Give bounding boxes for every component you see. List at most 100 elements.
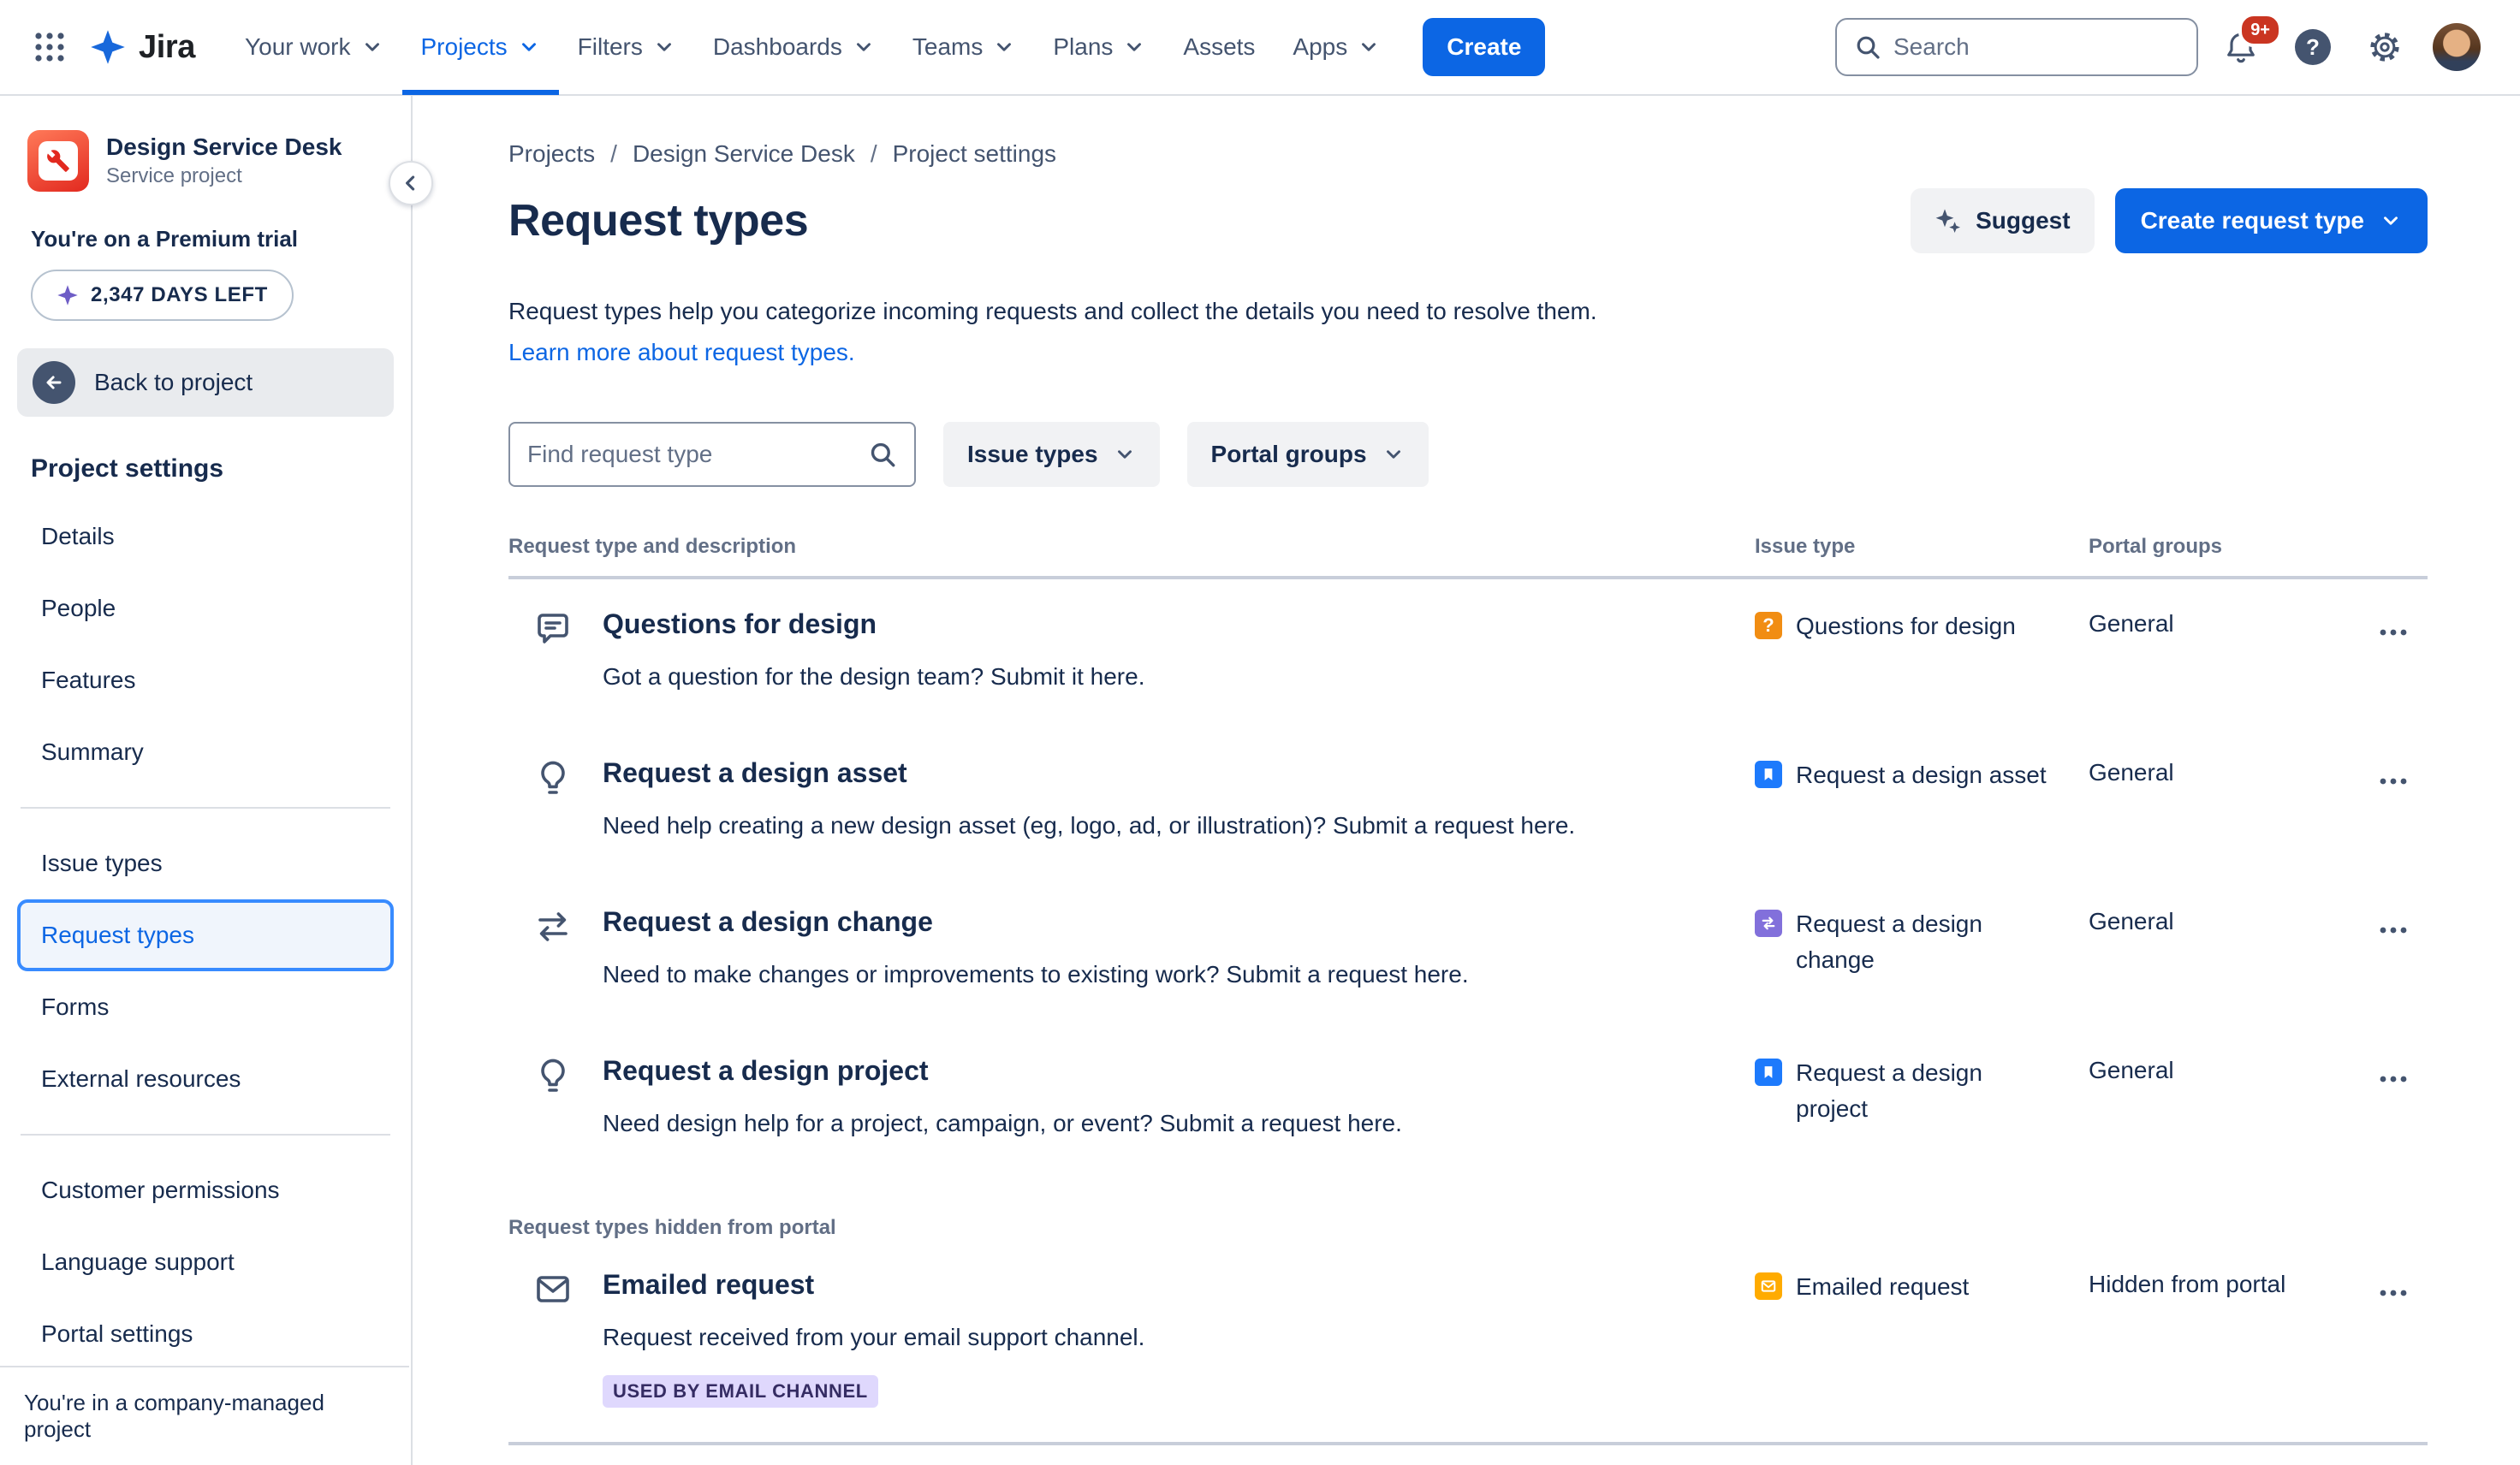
divider — [21, 1134, 390, 1136]
sidebar-item-features[interactable]: Features — [17, 644, 394, 716]
sidebar-item-issue-types[interactable]: Issue types — [17, 827, 394, 899]
suggest-button[interactable]: Suggest — [1911, 188, 2095, 253]
row-actions-button[interactable] — [2366, 607, 2421, 658]
portal-group-value: General — [2089, 610, 2174, 637]
nav-filters[interactable]: Filters — [559, 0, 694, 95]
nav-dashboards[interactable]: Dashboards — [694, 0, 894, 95]
jira-logo-text: Jira — [139, 28, 196, 65]
issue-type-label: Emailed request — [1796, 1273, 1970, 1300]
sidebar-collapse-button[interactable] — [389, 161, 433, 205]
issue-type-asset-icon — [1755, 761, 1782, 788]
request-types-table: Request type and description Issue type … — [508, 535, 2428, 1445]
nav-assets[interactable]: Assets — [1164, 0, 1274, 95]
breadcrumb-project[interactable]: Design Service Desk — [633, 140, 855, 168]
lightbulb-icon — [532, 757, 574, 798]
table-row-emailed-request: Emailed request Request received from yo… — [508, 1240, 2428, 1445]
sidebar-item-portal-settings[interactable]: Portal settings — [17, 1298, 394, 1370]
chevron-down-icon — [1117, 450, 1132, 459]
sidebar-item-forms[interactable]: Forms — [17, 971, 394, 1043]
request-type-name[interactable]: Request a design change — [603, 905, 933, 939]
project-name: Design Service Desk — [106, 133, 342, 160]
breadcrumb-project-settings[interactable]: Project settings — [893, 140, 1056, 168]
project-avatar — [27, 130, 89, 192]
search-icon — [871, 442, 895, 467]
request-type-name[interactable]: Request a design project — [603, 1053, 929, 1088]
profile-button[interactable] — [2428, 18, 2486, 76]
portal-group-value: Hidden from portal — [2089, 1271, 2286, 1297]
find-request-type-input[interactable] — [527, 441, 854, 468]
request-type-name[interactable]: Questions for design — [603, 607, 877, 641]
request-type-description: Request received from your email support… — [603, 1324, 1145, 1350]
breadcrumb: Projects / Design Service Desk / Project… — [508, 140, 2428, 168]
table-row: Questions for design Got a question for … — [508, 579, 2428, 728]
create-button[interactable]: Create — [1423, 18, 1546, 76]
more-icon — [2380, 927, 2407, 934]
nav-teams[interactable]: Teams — [894, 0, 1034, 95]
avatar — [2433, 23, 2481, 71]
chevron-down-icon — [1358, 36, 1380, 58]
trial-days-button[interactable]: 2,347 DAYS LEFT — [31, 270, 294, 321]
search-icon — [1857, 36, 1880, 59]
row-actions-button[interactable] — [2366, 756, 2421, 807]
app-switcher-button[interactable] — [21, 18, 79, 76]
table-row: Request a design change Need to make cha… — [508, 877, 2428, 1026]
notifications-button[interactable]: 9+ — [2212, 13, 2282, 76]
sidebar-item-request-types[interactable]: Request types — [17, 899, 394, 971]
nav-projects[interactable]: Projects — [401, 0, 559, 95]
portal-group-value: General — [2089, 908, 2174, 934]
help-button[interactable]: ? — [2284, 18, 2342, 76]
more-icon — [2380, 778, 2407, 785]
chevron-down-icon — [1386, 450, 1400, 459]
sidebar-item-language-support[interactable]: Language support — [17, 1226, 394, 1298]
learn-more-link[interactable]: Learn more about request types. — [508, 339, 855, 366]
issue-type-question-icon: ? — [1755, 612, 1782, 639]
find-request-type[interactable] — [508, 422, 916, 487]
hidden-section-label: Request types hidden from portal — [508, 1216, 836, 1239]
create-request-type-button[interactable]: Create request type — [2114, 188, 2428, 253]
request-type-description: Need help creating a new design asset (e… — [603, 812, 1576, 839]
portal-groups-filter-button[interactable]: Portal groups — [1186, 422, 1429, 487]
grid-icon — [35, 33, 64, 62]
issue-type-label: Questions for design — [1796, 613, 2016, 639]
sidebar-item-people[interactable]: People — [17, 572, 394, 644]
gear-icon — [2370, 33, 2399, 62]
sidebar-item-customer-permissions[interactable]: Customer permissions — [17, 1154, 394, 1226]
settings-button[interactable] — [2356, 18, 2414, 76]
sidebar-item-external-resources[interactable]: External resources — [17, 1043, 394, 1115]
chevron-down-icon — [518, 36, 540, 58]
search-input[interactable] — [1893, 33, 2179, 61]
nav-your-work[interactable]: Your work — [226, 0, 401, 95]
project-settings-heading: Project settings — [31, 454, 224, 483]
sidebar-item-summary[interactable]: Summary — [17, 716, 394, 788]
sparkle-icon — [57, 285, 78, 305]
row-actions-button[interactable] — [2366, 1053, 2421, 1105]
row-actions-button[interactable] — [2366, 1267, 2421, 1319]
request-type-name[interactable]: Request a design asset — [603, 756, 907, 790]
table-row: Request a design asset Need help creatin… — [508, 728, 2428, 877]
breadcrumb-separator: / — [610, 140, 617, 167]
request-type-description: Need design help for a project, campaign… — [603, 1110, 1402, 1136]
table-header-row: Request type and description Issue type … — [508, 535, 2428, 579]
project-settings-sidebar: Design Service Desk Service project You'… — [0, 96, 433, 1465]
column-header-issue-type: Issue type — [1755, 535, 1856, 558]
nav-plans[interactable]: Plans — [1034, 0, 1164, 95]
column-header-portal-groups: Portal groups — [2089, 535, 2223, 558]
global-search[interactable] — [1835, 18, 2198, 76]
page-description: Request types help you categorize incomi… — [508, 298, 1597, 324]
sidebar-item-details[interactable]: Details — [17, 501, 394, 572]
lightbulb-icon — [532, 1055, 574, 1096]
more-icon — [2380, 1076, 2407, 1082]
nav-apps[interactable]: Apps — [1274, 0, 1399, 95]
help-icon: ? — [2295, 29, 2331, 65]
envelope-icon — [532, 1269, 574, 1310]
portal-group-value: General — [2089, 1057, 2174, 1083]
back-to-project-button[interactable]: Back to project — [17, 348, 394, 417]
issue-types-filter-button[interactable]: Issue types — [943, 422, 1160, 487]
breadcrumb-projects[interactable]: Projects — [508, 140, 595, 168]
jira-logo[interactable]: Jira — [79, 28, 212, 66]
chevron-down-icon — [1123, 36, 1145, 58]
issue-type-label: Request a design project — [1796, 1059, 1982, 1122]
row-actions-button[interactable] — [2366, 905, 2421, 956]
request-type-name[interactable]: Emailed request — [603, 1267, 814, 1302]
arrow-left-icon — [33, 361, 75, 404]
